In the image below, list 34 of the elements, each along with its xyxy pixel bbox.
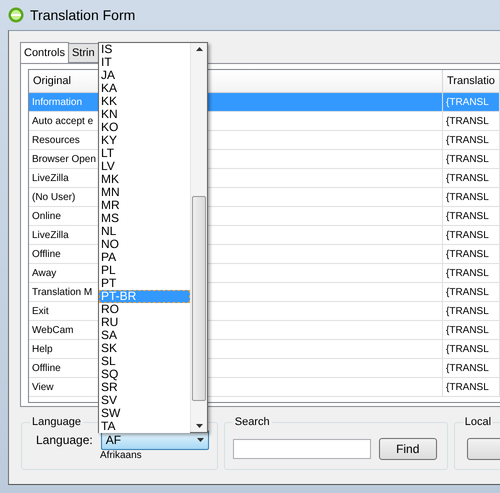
table-cell[interactable]: {TRANSL bbox=[443, 264, 500, 283]
table-cell[interactable]: {TRANSL bbox=[443, 131, 500, 150]
table-cell[interactable]: {TRANSL bbox=[443, 245, 500, 264]
caret-icon[interactable] bbox=[196, 438, 204, 442]
window-title: Translation Form bbox=[30, 7, 136, 23]
table-cell[interactable]: {TRANSL bbox=[443, 283, 500, 302]
table-cell[interactable]: {TRANSL bbox=[443, 340, 500, 359]
table-cell[interactable]: {TRANSL bbox=[443, 378, 500, 397]
table-cell[interactable]: {TRANSL bbox=[443, 359, 500, 378]
group-title: Language bbox=[31, 416, 82, 428]
table-cell[interactable]: {TRANSL bbox=[443, 150, 500, 169]
search-field[interactable] bbox=[232, 439, 371, 459]
language-description: Afrikaans bbox=[100, 450, 143, 461]
scroll-down-icon[interactable] bbox=[196, 424, 202, 428]
scroll-up-icon[interactable] bbox=[196, 47, 202, 51]
table-cell[interactable]: {TRANSL bbox=[443, 112, 500, 131]
scrollbar[interactable] bbox=[190, 43, 207, 432]
field-label: Language: bbox=[36, 433, 93, 447]
column-header[interactable]: Translatio bbox=[443, 70, 500, 93]
tab[interactable]: Controls bbox=[20, 42, 69, 63]
dropdown-option[interactable]: TA bbox=[99, 420, 190, 433]
find-button[interactable]: Find bbox=[378, 438, 437, 460]
table-cell[interactable]: {TRANSL bbox=[443, 169, 500, 188]
table-cell[interactable]: {TRANSL bbox=[443, 207, 500, 226]
table-cell[interactable]: {TRANSL bbox=[443, 188, 500, 207]
tab[interactable]: Strin bbox=[68, 43, 99, 63]
table-cell[interactable]: {TRANSL bbox=[443, 302, 500, 321]
group-title: Search bbox=[234, 416, 271, 428]
group-title: Local bbox=[464, 416, 492, 428]
app-icon bbox=[8, 7, 24, 23]
table-cell[interactable]: {TRANSL bbox=[443, 321, 500, 340]
dropdown-option[interactable]: IS bbox=[99, 43, 190, 56]
scroll-thumb[interactable] bbox=[192, 196, 206, 401]
table-cell[interactable]: {TRANSL bbox=[443, 226, 500, 245]
